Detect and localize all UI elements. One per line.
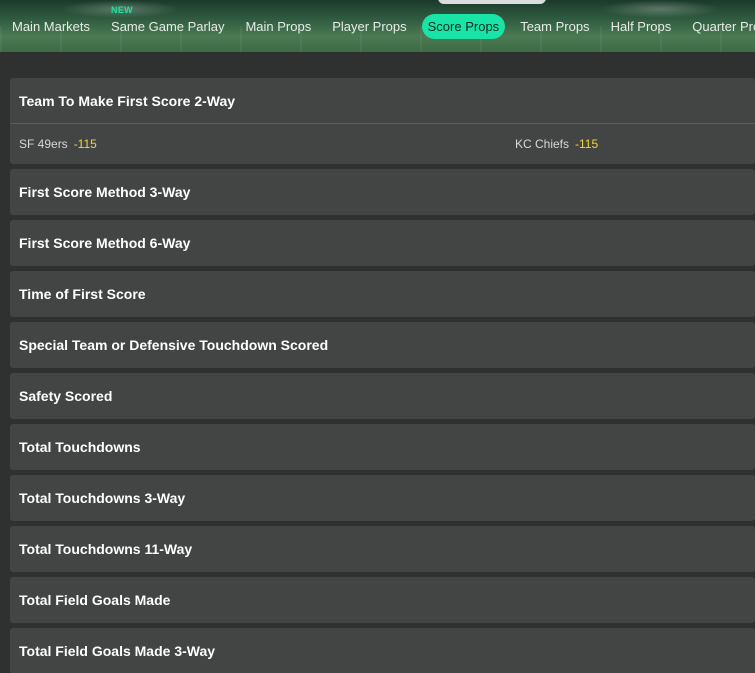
tab-player-props[interactable]: Player Props — [326, 14, 412, 39]
market-tabs: Main Markets NEW Same Game Parlay Main Pr… — [0, 0, 755, 52]
market-header[interactable]: Total Touchdowns 3-Way — [10, 475, 755, 521]
market-title: Time of First Score — [19, 286, 146, 302]
market-header[interactable]: Safety Scored — [10, 373, 755, 419]
tab-score-props[interactable]: Score Props — [421, 13, 506, 39]
market-title: First Score Method 6-Way — [19, 235, 191, 251]
selection-price: -115 — [575, 137, 599, 151]
market-header[interactable]: Total Touchdowns — [10, 424, 755, 470]
tab-half-props[interactable]: Half Props — [605, 14, 678, 39]
market-header[interactable]: Total Field Goals Made 3-Way — [10, 628, 755, 673]
market-card[interactable]: Safety Scored — [10, 373, 755, 419]
market-title: Team To Make First Score 2-Way — [19, 92, 236, 109]
market-card[interactable]: Total Field Goals Made — [10, 577, 755, 623]
market-card[interactable]: Time of First Score — [10, 271, 755, 317]
market-card[interactable]: Special Team or Defensive Touchdown Scor… — [10, 322, 755, 368]
selection-team: KC Chiefs — [515, 137, 570, 151]
market-header[interactable]: Special Team or Defensive Touchdown Scor… — [10, 322, 755, 368]
market-title: Total Touchdowns — [19, 439, 141, 455]
selection-price: -115 — [73, 137, 97, 151]
market-card[interactable]: First Score Method 6-Way — [10, 220, 755, 266]
market-card[interactable]: Total Touchdowns 11-Way — [10, 526, 755, 572]
selection-team: SF 49ers — [19, 137, 68, 151]
tab-label: Main Markets — [12, 18, 91, 34]
new-badge: NEW — [111, 4, 133, 15]
market-title: First Score Method 3-Way — [19, 184, 191, 200]
tab-main-props[interactable]: Main Props — [239, 14, 317, 39]
tab-main-markets[interactable]: Main Markets — [6, 14, 96, 39]
tab-label: Half Props — [610, 18, 672, 34]
tab-same-game-parlay[interactable]: NEW Same Game Parlay — [105, 5, 230, 39]
market-header[interactable]: Total Field Goals Made — [10, 577, 755, 623]
market-card-team-first-score: Team To Make First Score 2-Way SF 49ers … — [10, 78, 755, 164]
tab-quarter-props[interactable]: Quarter Props — [686, 14, 755, 39]
tab-label: Team Props — [520, 18, 590, 34]
market-header[interactable]: First Score Method 6-Way — [10, 220, 755, 266]
tab-team-props[interactable]: Team Props — [514, 14, 595, 39]
market-header[interactable]: Time of First Score — [10, 271, 755, 317]
market-title: Total Field Goals Made 3-Way — [19, 643, 216, 659]
market-title: Total Touchdowns 3-Way — [19, 490, 186, 506]
selection-sf-49ers[interactable]: SF 49ers -115 — [19, 137, 515, 151]
selection-kc-chiefs[interactable]: KC Chiefs -115 — [515, 137, 598, 151]
market-title: Safety Scored — [19, 388, 113, 404]
tab-label: Score Props — [427, 18, 500, 34]
markets-list: Team To Make First Score 2-Way SF 49ers … — [0, 52, 755, 673]
odds-row: SF 49ers -115 KC Chiefs -115 — [10, 124, 755, 164]
market-card[interactable]: Total Touchdowns 3-Way — [10, 475, 755, 521]
market-title: Special Team or Defensive Touchdown Scor… — [19, 337, 329, 353]
market-header[interactable]: Team To Make First Score 2-Way — [10, 78, 755, 124]
header-banner: Main Markets NEW Same Game Parlay Main Pr… — [0, 0, 755, 52]
tab-label: Same Game Parlay — [111, 18, 225, 34]
tab-label: Quarter Props — [692, 18, 755, 34]
market-header[interactable]: Total Touchdowns 11-Way — [10, 526, 755, 572]
market-title: Total Touchdowns 11-Way — [19, 541, 193, 557]
market-card[interactable]: Total Touchdowns — [10, 424, 755, 470]
market-header[interactable]: First Score Method 3-Way — [10, 169, 755, 215]
market-title: Total Field Goals Made — [19, 592, 171, 608]
tab-label: Player Props — [332, 18, 407, 34]
market-card[interactable]: First Score Method 3-Way — [10, 169, 755, 215]
tab-label: Main Props — [245, 18, 312, 34]
market-card[interactable]: Total Field Goals Made 3-Way — [10, 628, 755, 673]
